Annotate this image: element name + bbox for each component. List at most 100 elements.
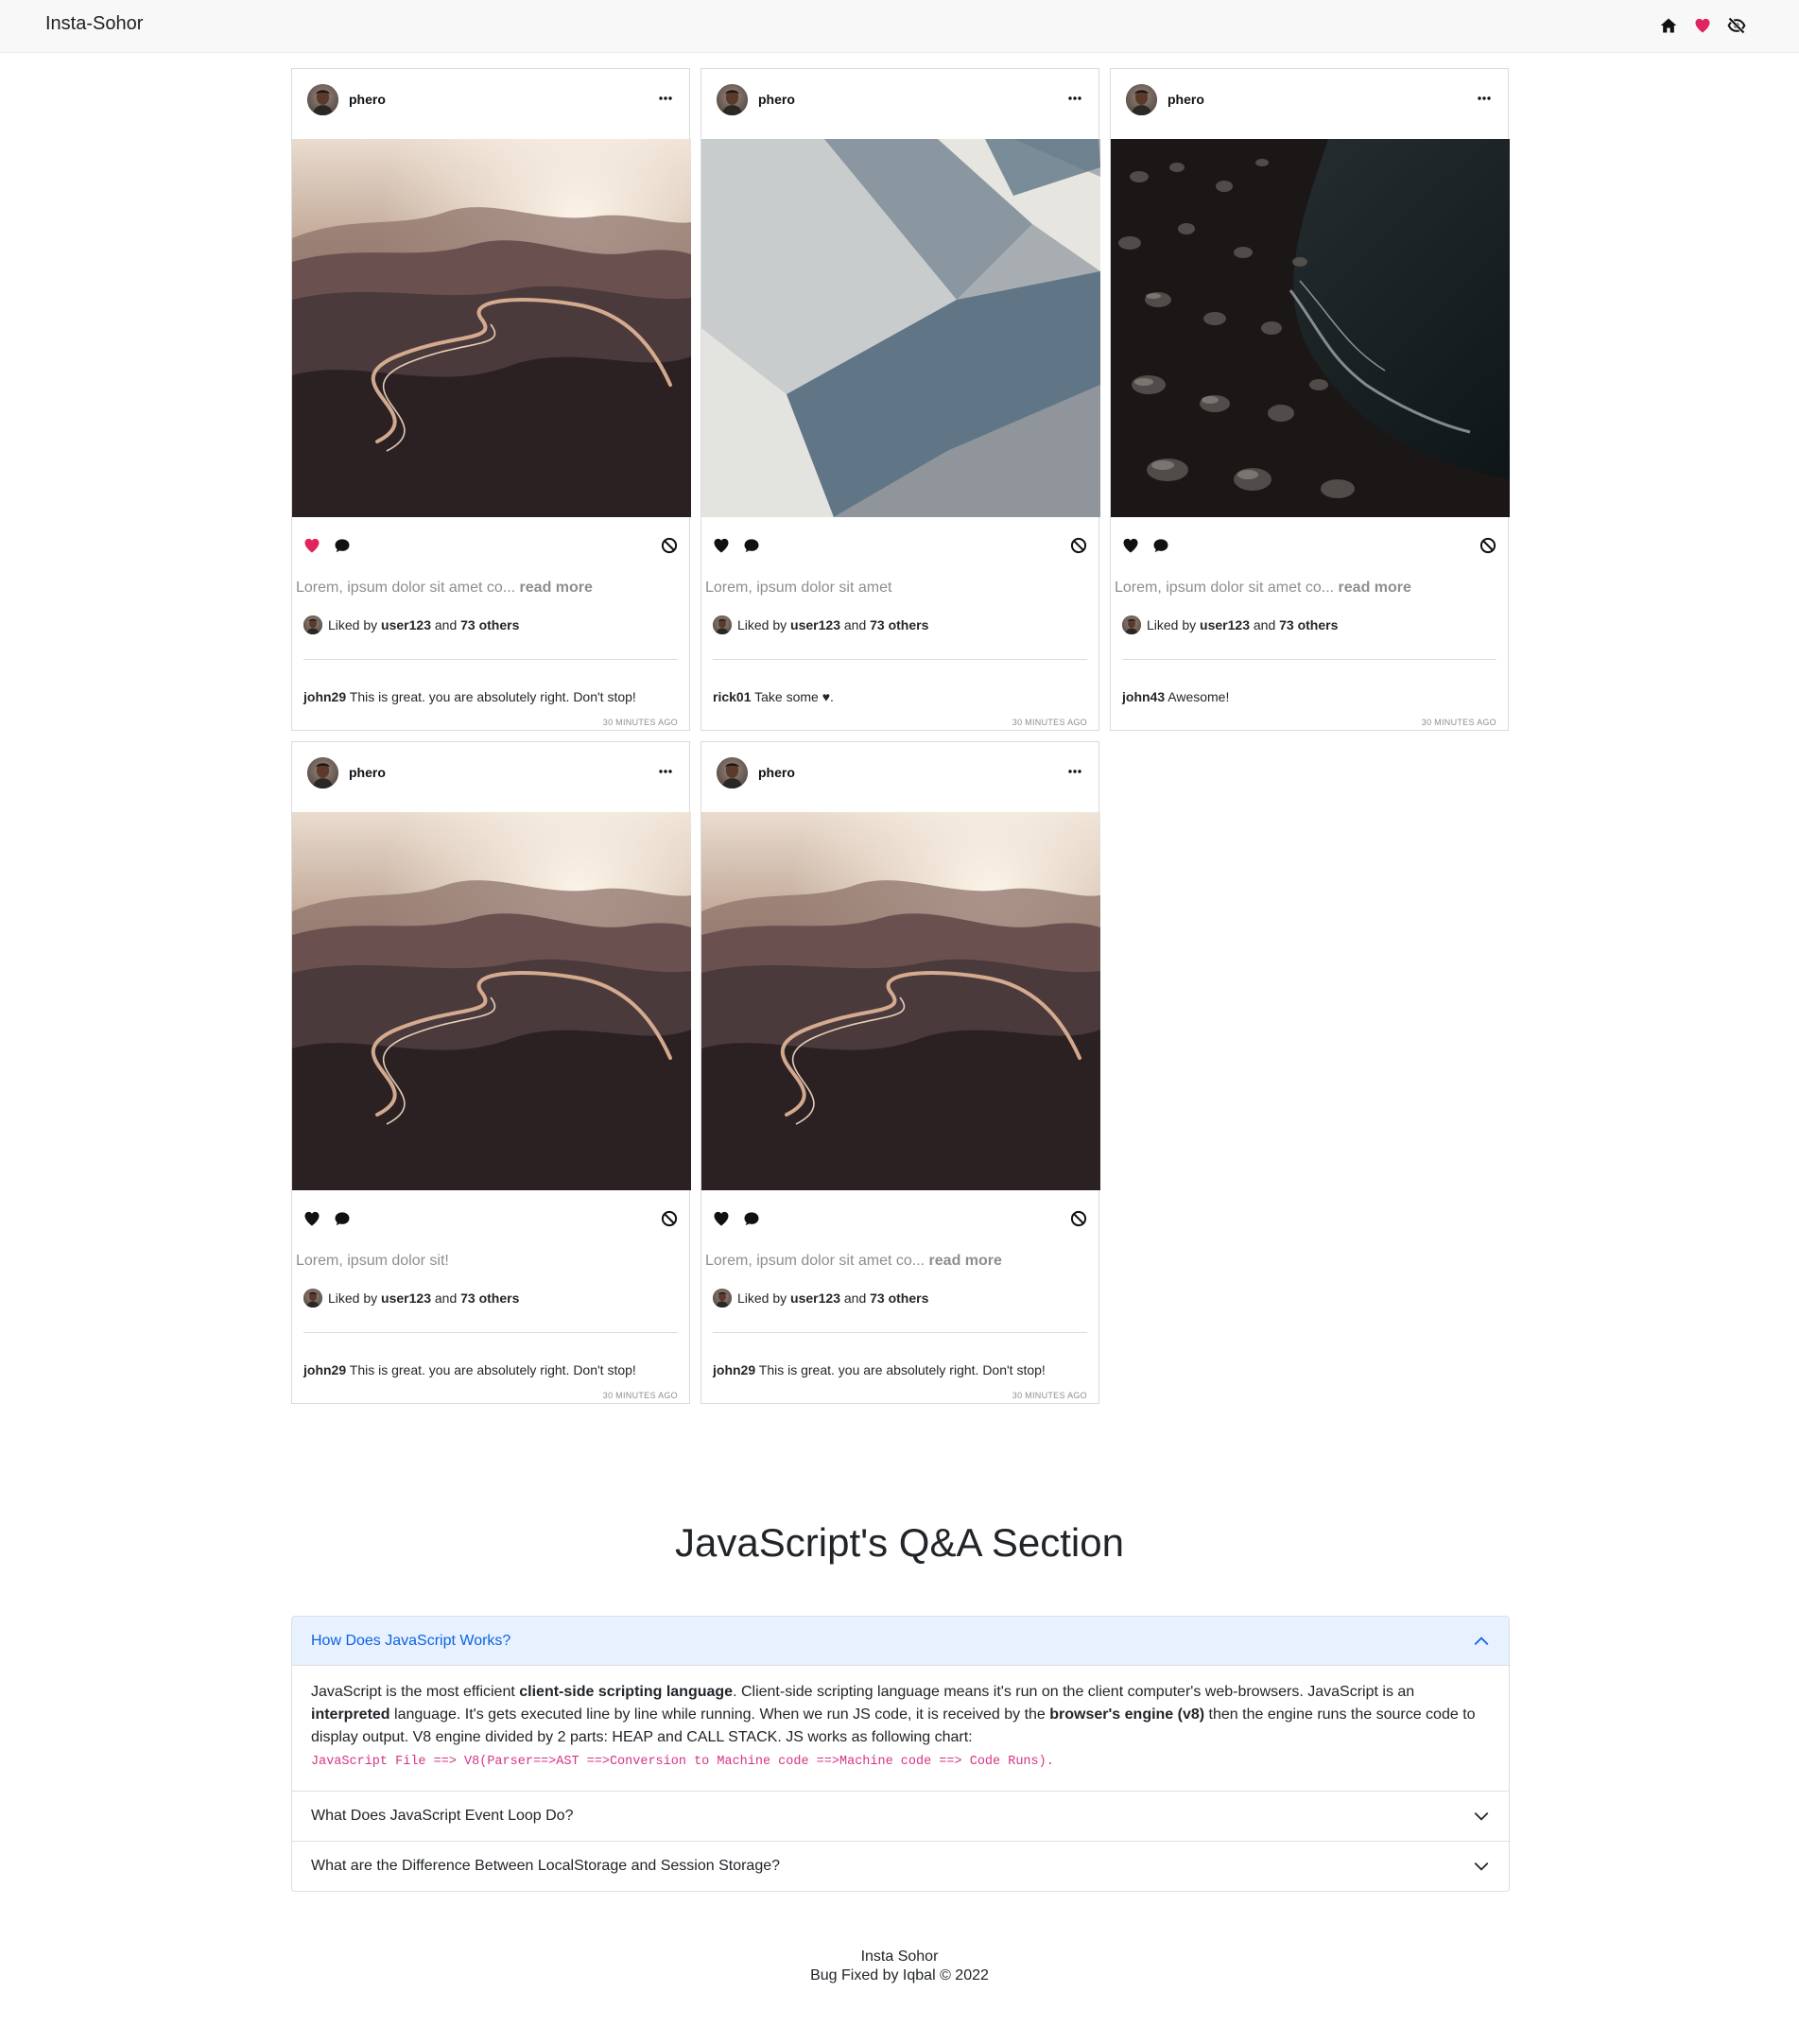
avatar[interactable]: [307, 757, 338, 788]
comment-text: Take some ♥.: [754, 689, 834, 704]
comment-user[interactable]: john43: [1122, 689, 1165, 704]
ban-icon[interactable]: [1069, 1209, 1088, 1228]
avatar[interactable]: [307, 84, 338, 115]
likes-summary: Liked by user123 and 73 others: [713, 615, 928, 634]
divider: [713, 659, 1087, 660]
brand-logo[interactable]: Insta-Sohor: [45, 13, 143, 35]
post-caption: Lorem, ipsum dolor sit amet co... read m…: [1115, 580, 1411, 597]
ban-icon[interactable]: [1479, 536, 1497, 555]
likes-user[interactable]: user123: [790, 1290, 840, 1306]
likes-summary: Liked by user123 and 73 others: [1122, 615, 1338, 634]
more-options-button[interactable]: [655, 761, 676, 782]
heart-icon[interactable]: [712, 536, 731, 555]
avatar[interactable]: [717, 84, 748, 115]
accordion-header-event-loop[interactable]: What Does JavaScript Event Loop Do?: [292, 1792, 1509, 1841]
comment-icon[interactable]: [1151, 536, 1170, 555]
comment-user[interactable]: rick01: [713, 689, 751, 704]
caption-text: Lorem, ipsum dolor sit amet: [705, 580, 892, 596]
likes-and: and: [434, 617, 458, 632]
heart-icon[interactable]: [303, 536, 321, 555]
likes-user[interactable]: user123: [381, 617, 431, 632]
footer: Insta Sohor Bug Fixed by Iqbal © 2022: [0, 1948, 1799, 1985]
post-image[interactable]: [292, 812, 691, 1190]
post-card: phero Lorem, ipsum dolor sit! Liked by u…: [291, 741, 690, 1404]
winding-road-photo: [292, 812, 691, 1190]
likes-user[interactable]: user123: [790, 617, 840, 632]
likes-and: and: [843, 1290, 867, 1306]
read-more-link[interactable]: read more: [929, 1253, 1002, 1269]
chevron-down-icon: [1474, 1862, 1489, 1871]
likes-others[interactable]: 73 others: [870, 1290, 928, 1306]
post-caption: Lorem, ipsum dolor sit amet co... read m…: [296, 580, 593, 597]
heart-icon[interactable]: [1693, 16, 1712, 35]
more-options-button[interactable]: [1064, 88, 1085, 109]
accordion-header-storage[interactable]: What are the Difference Between LocalSto…: [292, 1842, 1509, 1891]
post-image[interactable]: [292, 139, 691, 517]
comment-icon[interactable]: [742, 536, 761, 555]
avatar[interactable]: [1126, 84, 1157, 115]
post-username[interactable]: phero: [349, 92, 386, 107]
post-timestamp: 30 MINUTES AGO: [1421, 718, 1496, 727]
answer-text: . Client-side scripting language means i…: [733, 1684, 1415, 1700]
post-header: phero: [292, 742, 689, 812]
likes-user[interactable]: user123: [1200, 617, 1250, 632]
post-image[interactable]: [701, 812, 1100, 1190]
comment-user[interactable]: john29: [303, 689, 346, 704]
accordion-item-event-loop: What Does JavaScript Event Loop Do?: [292, 1791, 1509, 1841]
accordion-question: What Does JavaScript Event Loop Do?: [311, 1808, 574, 1824]
comment: john29 This is great. you are absolutely…: [303, 689, 636, 704]
post-username[interactable]: phero: [758, 92, 795, 107]
comment-text: This is great. you are absolutely right.…: [349, 1362, 636, 1377]
accordion-header-js-works[interactable]: How Does JavaScript Works?: [292, 1617, 1509, 1666]
divider: [303, 659, 678, 660]
likes-prefix: Liked by: [1147, 617, 1197, 632]
posts-grid: phero Lorem, ipsum dolor sit amet co... …: [291, 68, 1511, 1404]
post-caption: Lorem, ipsum dolor sit!: [296, 1253, 449, 1270]
likes-text: Liked by user123 and 73 others: [328, 1290, 519, 1306]
likes-others[interactable]: 73 others: [1279, 617, 1338, 632]
more-options-button[interactable]: [1474, 88, 1495, 109]
post-card: phero Lorem, ipsum dolor sit amet Liked …: [701, 68, 1099, 731]
comment: john43 Awesome!: [1122, 689, 1229, 704]
avatar-image: [717, 84, 748, 115]
caption-text: Lorem, ipsum dolor sit amet co...: [296, 580, 516, 596]
heart-icon[interactable]: [712, 1209, 731, 1228]
likes-others[interactable]: 73 others: [460, 1290, 519, 1306]
ban-icon[interactable]: [660, 1209, 679, 1228]
comment-icon[interactable]: [742, 1209, 761, 1228]
ban-icon[interactable]: [1069, 536, 1088, 555]
read-more-link[interactable]: read more: [520, 580, 593, 596]
comment-user[interactable]: john29: [303, 1362, 346, 1377]
eye-slash-icon[interactable]: [1727, 16, 1746, 35]
accordion-body-js-works: JavaScript is the most efficient client-…: [292, 1666, 1509, 1791]
post-username[interactable]: phero: [1168, 92, 1204, 107]
heart-icon[interactable]: [1121, 536, 1140, 555]
comment-icon[interactable]: [333, 1209, 352, 1228]
post-username[interactable]: phero: [349, 765, 386, 780]
answer-keyword: interpreted: [311, 1706, 390, 1723]
post-image[interactable]: [701, 139, 1100, 517]
answer-text: JavaScript is the most efficient: [311, 1684, 520, 1700]
heart-icon[interactable]: [303, 1209, 321, 1228]
likes-others[interactable]: 73 others: [870, 617, 928, 632]
ellipsis-icon: [659, 770, 672, 773]
code-snippet: JavaScript File ==> V8(Parser==>AST ==>C…: [311, 1755, 1054, 1769]
likes-user[interactable]: user123: [381, 1290, 431, 1306]
liker-avatar: [713, 1289, 732, 1308]
likes-others[interactable]: 73 others: [460, 617, 519, 632]
avatar[interactable]: [717, 757, 748, 788]
post-image[interactable]: [1111, 139, 1510, 517]
post-timestamp: 30 MINUTES AGO: [1012, 1391, 1087, 1400]
home-icon[interactable]: [1659, 16, 1678, 35]
caption-text: Lorem, ipsum dolor sit amet co...: [705, 1253, 925, 1269]
more-options-button[interactable]: [1064, 761, 1085, 782]
read-more-link[interactable]: read more: [1339, 580, 1411, 596]
more-options-button[interactable]: [655, 88, 676, 109]
comment-user[interactable]: john29: [713, 1362, 755, 1377]
post-username[interactable]: phero: [758, 765, 795, 780]
qa-accordion: How Does JavaScript Works? JavaScript is…: [291, 1616, 1510, 1892]
ban-icon[interactable]: [660, 536, 679, 555]
comment-icon[interactable]: [333, 536, 352, 555]
winding-road-photo: [701, 812, 1100, 1190]
comment: john29 This is great. you are absolutely…: [303, 1362, 636, 1377]
